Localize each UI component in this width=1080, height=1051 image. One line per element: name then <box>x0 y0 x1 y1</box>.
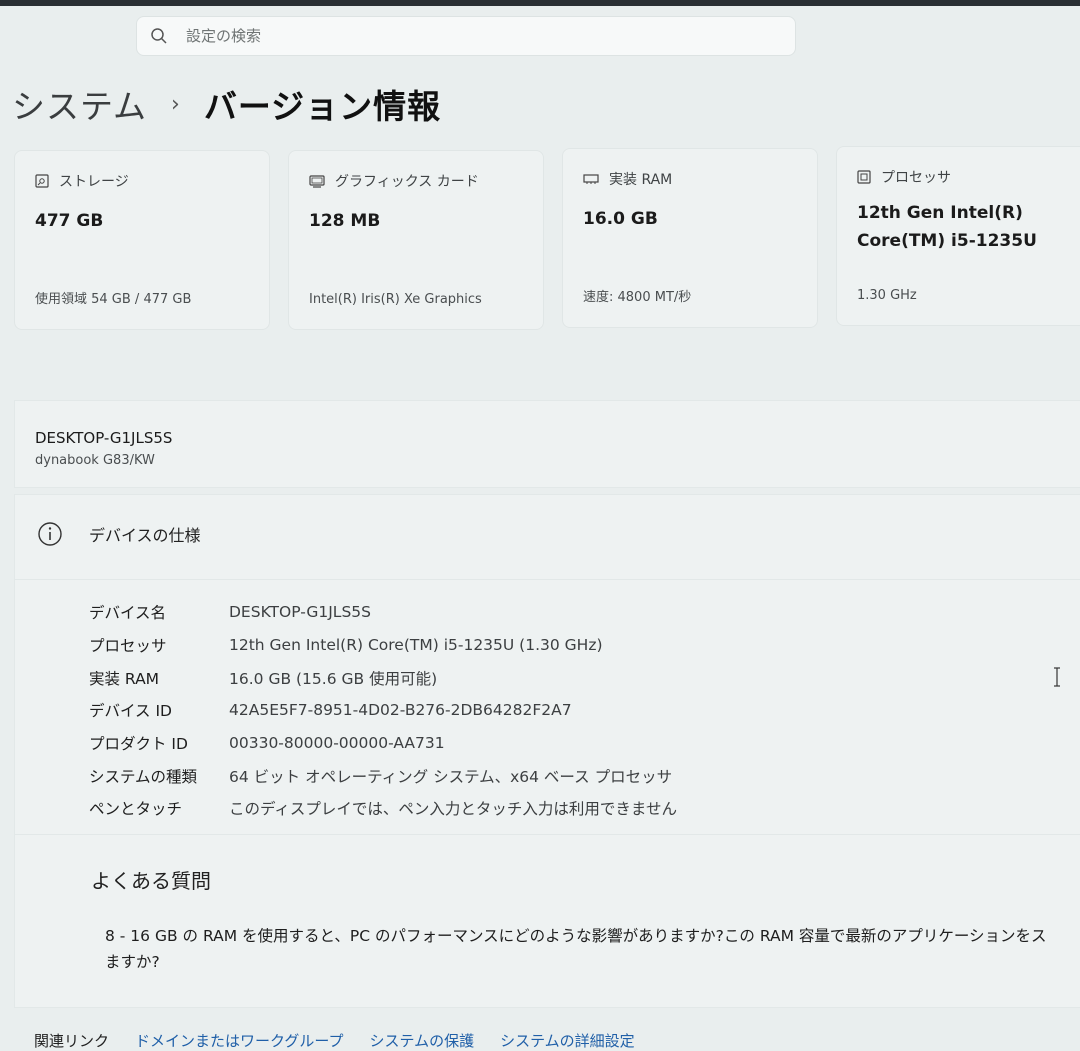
faq-question[interactable]: 8 - 16 GB の RAM を使用すると、PC のパフォーマンスにどのような… <box>105 923 1080 975</box>
ram-icon <box>583 174 599 184</box>
window-top-edge <box>0 0 1080 6</box>
storage-card[interactable]: ストレージ 477 GB 使用領域 54 GB / 477 GB <box>14 150 270 330</box>
page-title: バージョン情報 <box>203 87 442 126</box>
device-spec-header[interactable]: デバイスの仕様 <box>14 494 1080 580</box>
graphics-value: 128 MB <box>309 211 381 231</box>
processor-value-line1: 12th Gen Intel(R) <box>857 203 1023 223</box>
ram-label: 実装 RAM <box>609 172 673 188</box>
faq-question-line2: ますか? <box>105 953 160 971</box>
breadcrumb-system-link[interactable]: システム <box>12 80 147 128</box>
processor-card-header: プロセッサ <box>857 167 951 187</box>
spec-value: 64 ビット オペレーティング システム、x64 ベース プロセッサ <box>229 767 673 786</box>
related-link-advanced-settings[interactable]: システムの詳細設定 <box>500 1030 635 1051</box>
ram-speed: 速度: 4800 MT/秒 <box>583 290 692 305</box>
device-name-panel: DESKTOP-G1JLS5S dynabook G83/KW <box>14 400 1080 488</box>
spec-value: 42A5E5F7-8951-4D02-B276-2DB64282F2A7 <box>229 701 572 720</box>
breadcrumb: システム › バージョン情報 <box>12 80 441 128</box>
text-cursor-icon <box>1054 667 1060 687</box>
storage-usage: 使用領域 54 GB / 477 GB <box>35 292 192 307</box>
storage-value: 477 GB <box>35 211 104 231</box>
search-input[interactable] <box>184 26 748 46</box>
spec-label: プロダクト ID <box>89 735 188 754</box>
spec-label: 実装 RAM <box>89 669 160 688</box>
spec-value: 12th Gen Intel(R) Core(TM) i5-1235U (1.3… <box>229 636 603 655</box>
processor-icon <box>857 170 871 184</box>
storage-label: ストレージ <box>59 174 129 190</box>
storage-icon <box>35 174 49 188</box>
spec-row: プロダクト ID 00330-80000-00000-AA731 <box>89 727 677 760</box>
graphics-card-header: グラフィックス カード <box>309 171 479 191</box>
spec-row: プロセッサ 12th Gen Intel(R) Core(TM) i5-1235U… <box>89 629 677 662</box>
settings-search-box[interactable] <box>136 16 796 56</box>
related-links-label: 関連リンク <box>34 1032 110 1050</box>
spec-label: ペンとタッチ <box>89 800 183 819</box>
faq-question-line1: 8 - 16 GB の RAM を使用すると、PC のパフォーマンスにどのような… <box>105 927 1047 945</box>
device-model: dynabook G83/KW <box>35 453 155 468</box>
related-links: 関連リンク ドメインまたはワークグループ システムの保護 システムの詳細設定 <box>34 1030 661 1051</box>
spec-value: 16.0 GB (15.6 GB 使用可能) <box>229 669 438 688</box>
spec-row: デバイス名 DESKTOP-G1JLS5S <box>89 596 677 629</box>
spec-label: デバイス名 <box>89 604 167 623</box>
processor-value: 12th Gen Intel(R) Core(TM) i5-1235U <box>857 199 1037 255</box>
device-spec-body: デバイス名 DESKTOP-G1JLS5S プロセッサ 12th Gen Intel(… <box>14 579 1080 835</box>
device-name: DESKTOP-G1JLS5S <box>35 429 173 447</box>
processor-value-line2: Core(TM) i5-1235U <box>857 231 1037 251</box>
spec-row: 実装 RAM 16.0 GB (15.6 GB 使用可能) <box>89 661 677 694</box>
related-link-system-protection[interactable]: システムの保護 <box>370 1030 475 1051</box>
graphics-label: グラフィックス カード <box>335 174 479 190</box>
device-spec-title: デバイスの仕様 <box>89 526 201 545</box>
chevron-right-icon: › <box>171 91 180 117</box>
ram-card[interactable]: 実装 RAM 16.0 GB 速度: 4800 MT/秒 <box>562 148 818 328</box>
spec-value: 00330-80000-00000-AA731 <box>229 734 445 753</box>
spec-value: DESKTOP-G1JLS5S <box>229 603 371 622</box>
spec-row: ペンとタッチ このディスプレイでは、ペン入力とタッチ入力は利用できません <box>89 792 677 825</box>
graphics-card-icon <box>309 175 325 188</box>
spec-label: プロセッサ <box>89 637 167 656</box>
ram-card-header: 実装 RAM <box>583 169 672 189</box>
ram-value: 16.0 GB <box>583 209 658 229</box>
device-spec-table: デバイス名 DESKTOP-G1JLS5S プロセッサ 12th Gen Intel(… <box>89 596 677 825</box>
graphics-name: Intel(R) Iris(R) Xe Graphics <box>309 292 482 307</box>
storage-card-header: ストレージ <box>35 171 129 191</box>
processor-label: プロセッサ <box>881 170 951 186</box>
faq-panel: よくある質問 8 - 16 GB の RAM を使用すると、PC のパフォーマン… <box>14 834 1080 1008</box>
faq-title: よくある質問 <box>91 869 211 893</box>
spec-label: システムの種類 <box>89 767 198 786</box>
info-icon <box>38 522 62 546</box>
spec-row: デバイス ID 42A5E5F7-8951-4D02-B276-2DB64282F… <box>89 694 677 727</box>
related-link-domain[interactable]: ドメインまたはワークグループ <box>135 1030 344 1051</box>
spec-value: このディスプレイでは、ペン入力とタッチ入力は利用できません <box>229 800 677 819</box>
processor-clock: 1.30 GHz <box>857 288 917 303</box>
spec-label: デバイス ID <box>89 702 172 721</box>
spec-row: システムの種類 64 ビット オペレーティング システム、x64 ベース プロセッ… <box>89 759 677 792</box>
graphics-card-card[interactable]: グラフィックス カード 128 MB Intel(R) Iris(R) Xe G… <box>288 150 544 330</box>
search-icon <box>150 27 168 45</box>
processor-card[interactable]: プロセッサ 12th Gen Intel(R) Core(TM) i5-1235… <box>836 146 1080 326</box>
